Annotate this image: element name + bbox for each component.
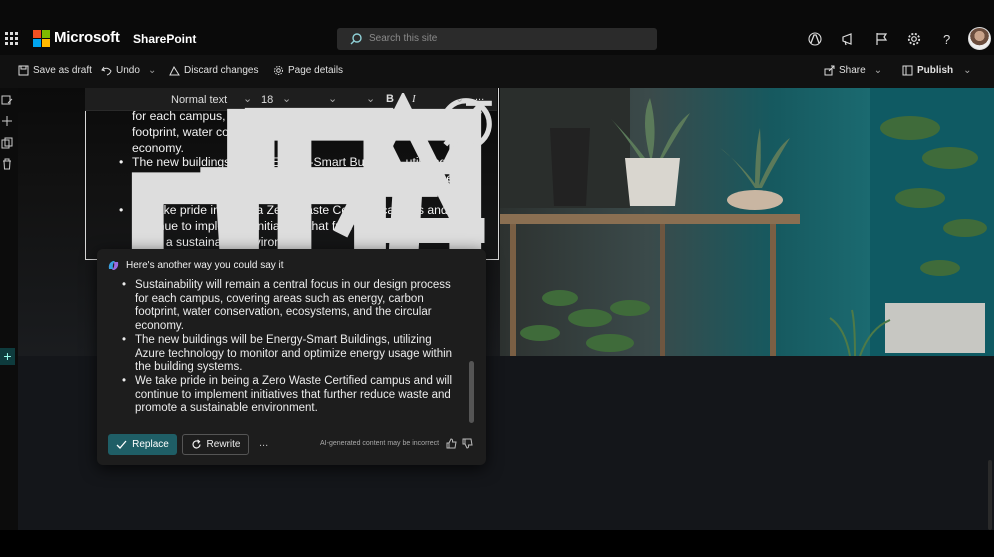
replace-label: Replace xyxy=(132,439,169,450)
app-launcher-icon[interactable] xyxy=(5,32,18,45)
italic-button[interactable]: I xyxy=(412,93,416,105)
flag-icon[interactable] xyxy=(874,31,890,47)
edit-rail xyxy=(0,88,18,530)
publish-button[interactable]: Publish ⌄ xyxy=(902,65,972,76)
style-chevron-icon[interactable]: ⌄ xyxy=(243,92,252,105)
search-box[interactable]: Search this site xyxy=(337,28,657,50)
share-icon xyxy=(824,65,835,76)
copilot-rewrite-icon[interactable] xyxy=(435,93,497,155)
checkmark-icon xyxy=(116,440,127,449)
bottom-strip xyxy=(0,530,994,557)
copilot-logo-icon xyxy=(108,261,119,270)
save-draft-button[interactable]: Save as draft xyxy=(18,65,92,76)
list-item: We take pride in being a Zero Waste Cert… xyxy=(97,375,467,416)
rewrite-label: Rewrite xyxy=(206,439,241,450)
megaphone-icon[interactable] xyxy=(841,31,857,47)
add-section-button[interactable]: + xyxy=(0,348,15,365)
duplicate-icon[interactable] xyxy=(1,137,13,149)
rewrite-button[interactable]: Rewrite xyxy=(182,434,249,455)
copilot-rewrite-panel: Here's another way you could say it Sust… xyxy=(97,249,486,465)
page-details-label: Page details xyxy=(288,65,344,76)
replace-button[interactable]: Replace xyxy=(108,434,177,455)
undo-button[interactable]: Undo xyxy=(101,65,140,76)
font-color-chevron-icon[interactable]: ⌄ xyxy=(328,92,337,105)
undo-dropdown-chevron-icon[interactable]: ⌄ xyxy=(148,65,156,76)
share-chevron-icon: ⌄ xyxy=(873,65,883,76)
edit-properties-icon[interactable] xyxy=(1,94,13,106)
discard-icon xyxy=(169,65,180,76)
rewrite-chevron-icon[interactable]: ⌄ xyxy=(455,92,464,105)
help-icon[interactable]: ? xyxy=(939,31,955,47)
command-bar: Save as draft Undo ⌄ Discard changes Pag… xyxy=(0,55,994,88)
search-placeholder: Search this site xyxy=(369,33,438,44)
page-details-button[interactable]: Page details xyxy=(273,65,343,76)
suite-header: Microsoft SharePoint Search this site ? xyxy=(0,0,994,55)
thumbs-up-icon[interactable] xyxy=(446,438,457,449)
share-label: Share xyxy=(839,65,866,76)
copilot-icon[interactable] xyxy=(807,31,823,47)
font-size-chevron-icon[interactable]: ⌄ xyxy=(282,92,291,105)
save-draft-label: Save as draft xyxy=(33,65,92,76)
suggestion-body[interactable]: Sustainability will remain a central foc… xyxy=(97,277,467,423)
formatting-toolbar: Normal text ⌄ 18 ⌄ ⌄ ⌄ B I ⌄ ... xyxy=(85,88,497,465)
publish-chevron-icon: ⌄ xyxy=(963,65,972,76)
share-button[interactable]: Share ⌄ xyxy=(824,65,882,76)
avatar[interactable] xyxy=(968,27,991,50)
suggestion-list: Sustainability will remain a central foc… xyxy=(97,279,467,416)
svg-text:?: ? xyxy=(943,32,950,47)
text-style-select[interactable]: Normal text xyxy=(171,94,227,106)
discard-changes-button[interactable]: Discard changes xyxy=(169,65,258,76)
ai-disclaimer: AI-generated content may be incorrect xyxy=(320,440,440,447)
bold-button[interactable]: B xyxy=(386,93,394,105)
more-options-button[interactable]: ... xyxy=(475,91,484,103)
app-name[interactable]: SharePoint xyxy=(133,32,196,46)
highlight-chevron-icon[interactable]: ⌄ xyxy=(366,92,375,105)
microsoft-logo-icon xyxy=(33,30,50,47)
publish-icon xyxy=(902,65,913,76)
publish-label: Publish xyxy=(917,65,954,76)
settings-icon xyxy=(274,66,283,75)
list-item: The new buildings will be Energy-Smart B… xyxy=(97,334,467,375)
font-size-select[interactable]: 18 xyxy=(261,94,273,106)
list-item: Sustainability will remain a central foc… xyxy=(97,279,467,334)
save-icon xyxy=(18,65,29,76)
search-icon xyxy=(350,33,362,45)
copilot-heading: Here's another way you could say it xyxy=(126,260,284,271)
undo-icon xyxy=(101,66,112,76)
gear-icon[interactable] xyxy=(906,31,922,47)
refresh-icon xyxy=(191,439,201,449)
brand-name[interactable]: Microsoft xyxy=(54,29,120,46)
thumbs-down-icon[interactable] xyxy=(462,438,473,449)
move-icon[interactable] xyxy=(1,115,13,127)
copilot-header: Here's another way you could say it xyxy=(107,259,284,272)
undo-label: Undo xyxy=(116,65,140,76)
discard-label: Discard changes xyxy=(184,65,259,76)
hero-image xyxy=(500,88,994,356)
more-actions-button[interactable]: ... xyxy=(259,437,268,449)
suggestion-scrollbar[interactable] xyxy=(469,361,474,423)
delete-icon[interactable] xyxy=(1,158,13,170)
page-scrollbar[interactable] xyxy=(988,460,992,530)
